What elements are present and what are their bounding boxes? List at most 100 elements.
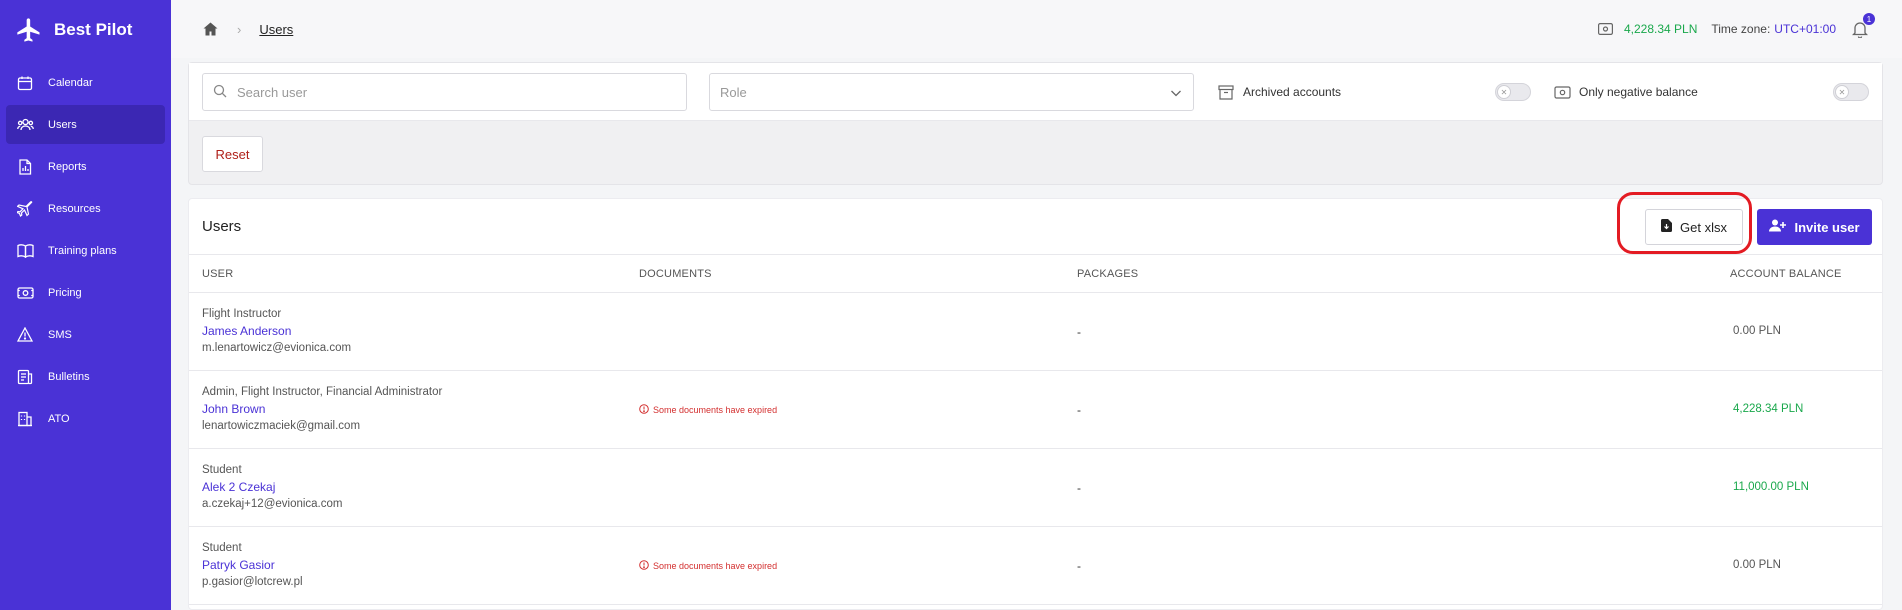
table-header: USER DOCUMENTS PACKAGES ACCOUNT BALANCE <box>189 255 1882 293</box>
sidebar-item-users[interactable]: Users <box>6 105 165 144</box>
user-name-link[interactable]: Alek 2 Czekaj <box>202 479 342 496</box>
sidebar-nav: Calendar Users Reports Resources Trainin… <box>0 63 171 438</box>
bulletin-icon <box>16 368 34 386</box>
table-row[interactable]: Admin, Flight Instructor, Financial Admi… <box>189 371 1882 449</box>
user-cell: Student Alek 2 Czekaj a.czekaj+12@evioni… <box>202 462 342 513</box>
user-email: p.gasior@lotcrew.pl <box>202 576 303 588</box>
user-name-link[interactable]: Patryk Gasior <box>202 557 303 574</box>
users-card-header: Users Get xlsx Invite user <box>189 199 1882 255</box>
notifications-button[interactable]: 1 <box>1851 13 1875 41</box>
packages-value: - <box>1077 559 1081 573</box>
chevron-right-icon: › <box>237 21 242 37</box>
search-input[interactable] <box>237 84 657 100</box>
wallet-icon <box>1598 21 1614 37</box>
building-icon <box>16 410 34 428</box>
user-email: m.lenartowicz@evionica.com <box>202 342 352 354</box>
sidebar-item-ato[interactable]: ATO <box>6 399 165 438</box>
documents-expired-warning: Some documents have expired <box>639 560 777 572</box>
documents-warning-text: Some documents have expired <box>653 561 778 571</box>
sidebar-item-bulletins[interactable]: Bulletins <box>6 357 165 396</box>
search-icon <box>213 84 227 101</box>
filters-panel: Role Archived accounts ✕ Only negative b… <box>188 62 1883 185</box>
negative-balance-label: Only negative balance <box>1579 85 1698 99</box>
packages-value: - <box>1077 481 1081 495</box>
user-role: Student <box>202 542 242 554</box>
sidebar-item-label: Bulletins <box>48 370 90 383</box>
table-row[interactable]: Student Patryk Gasior p.gasior@lotcrew.p… <box>189 527 1882 605</box>
sidebar-item-sms[interactable]: SMS <box>6 315 165 354</box>
sidebar-item-label: SMS <box>48 328 72 341</box>
user-email: lenartowiczmaciek@gmail.com <box>202 420 361 432</box>
book-icon <box>16 242 34 260</box>
alert-circle-icon <box>639 404 653 416</box>
negative-balance-option: Only negative balance <box>1553 73 1698 111</box>
breadcrumb-current[interactable]: Users <box>259 22 293 37</box>
table-row[interactable]: Flight Instructor James Anderson m.lenar… <box>189 293 1882 371</box>
brand[interactable]: Best Pilot <box>0 0 171 60</box>
sidebar-item-pricing[interactable]: Pricing <box>6 273 165 312</box>
invite-user-button[interactable]: Invite user <box>1757 209 1872 245</box>
timezone-value[interactable]: UTC+01:00 <box>1774 22 1836 36</box>
role-select[interactable]: Role <box>709 73 1194 111</box>
report-icon <box>16 158 34 176</box>
brand-name: Best Pilot <box>54 20 133 39</box>
user-email: a.czekaj+12@evionica.com <box>202 498 343 510</box>
sidebar-item-training-plans[interactable]: Training plans <box>6 231 165 270</box>
calendar-icon <box>16 74 34 92</box>
documents-expired-warning: Some documents have expired <box>639 404 777 416</box>
plane-logo-icon <box>14 15 44 45</box>
account-balance: 4,228.34 PLN <box>1623 22 1698 36</box>
documents-warning-text: Some documents have expired <box>653 405 778 415</box>
sidebar-item-reports[interactable]: Reports <box>6 147 165 186</box>
table-row[interactable]: Student Alek 2 Czekaj a.czekaj+12@evioni… <box>189 449 1882 527</box>
notification-badge: 1 <box>1863 13 1875 25</box>
bell-icon <box>1851 22 1869 41</box>
sidebar-item-label: Pricing <box>48 286 82 299</box>
search-field[interactable] <box>202 73 687 111</box>
sidebar-item-label: Resources <box>48 202 101 215</box>
get-xlsx-button[interactable]: Get xlsx <box>1645 209 1743 245</box>
sidebar-item-resources[interactable]: Resources <box>6 189 165 228</box>
archived-accounts-label: Archived accounts <box>1243 85 1342 99</box>
sidebar: Best Pilot Calendar Users Reports Resour… <box>0 0 171 610</box>
invite-user-label: Invite user <box>1794 219 1860 235</box>
user-name-link[interactable]: James Anderson <box>202 323 351 340</box>
user-role: Student <box>202 464 242 476</box>
home-icon[interactable] <box>201 20 219 38</box>
top-right-info: 4,228.34 PLN Time zone: UTC+01:00 1 <box>1598 0 1875 58</box>
balance-value: 0.00 PLN <box>1733 325 1781 337</box>
archived-accounts-toggle[interactable]: ✕ <box>1495 83 1531 101</box>
column-header-packages: PACKAGES <box>1077 268 1139 280</box>
reset-button[interactable]: Reset <box>202 136 263 172</box>
alert-circle-icon <box>639 560 653 572</box>
toggle-off-icon: ✕ <box>1835 85 1849 99</box>
warning-icon <box>16 326 34 344</box>
add-user-icon <box>1769 219 1794 235</box>
money-icon <box>16 284 34 302</box>
sidebar-item-label: Reports <box>48 160 87 173</box>
user-name-link[interactable]: John Brown <box>202 401 442 418</box>
role-placeholder: Role <box>720 84 747 100</box>
archive-icon <box>1217 83 1235 101</box>
users-card-title: Users <box>202 218 242 235</box>
sidebar-item-label: Users <box>48 118 77 131</box>
column-header-documents: DOCUMENTS <box>639 268 712 280</box>
user-cell: Student Patryk Gasior p.gasior@lotcrew.p… <box>202 540 303 591</box>
toggle-off-icon: ✕ <box>1497 85 1511 99</box>
column-header-account-balance: ACCOUNT BALANCE <box>1730 268 1842 280</box>
user-cell: Flight Instructor James Anderson m.lenar… <box>202 306 351 357</box>
file-download-icon <box>1661 219 1680 235</box>
get-xlsx-label: Get xlsx <box>1680 219 1727 235</box>
packages-value: - <box>1077 403 1081 417</box>
sidebar-item-calendar[interactable]: Calendar <box>6 63 165 102</box>
negative-balance-toggle[interactable]: ✕ <box>1833 83 1869 101</box>
sidebar-item-label: Calendar <box>48 76 93 89</box>
plane-icon <box>16 200 34 218</box>
sidebar-item-label: ATO <box>48 412 70 425</box>
sidebar-item-label: Training plans <box>48 244 117 257</box>
packages-value: - <box>1077 325 1081 339</box>
balance-value: 11,000.00 PLN <box>1733 481 1809 493</box>
money-icon <box>1553 83 1571 101</box>
timezone-label: Time zone: <box>1711 22 1771 36</box>
users-icon <box>16 116 34 134</box>
